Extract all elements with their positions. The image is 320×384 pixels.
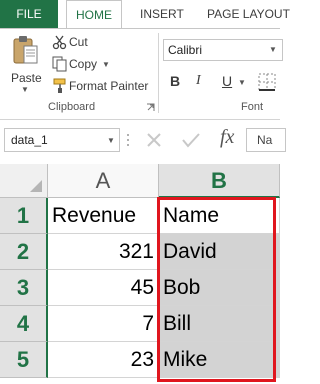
paste-label: Paste xyxy=(11,71,42,85)
worksheet-grid: A B 1 Revenue Name 2 321 David 3 45 Bob … xyxy=(0,164,280,384)
cell-a4[interactable]: 7 xyxy=(48,306,159,342)
row-header-5[interactable]: 5 xyxy=(0,342,48,378)
copy-label: Copy xyxy=(69,57,98,71)
cell-a1[interactable]: Revenue xyxy=(48,198,159,234)
ribbon-tab-bar: FILE HOME INSERT PAGE LAYOUT xyxy=(0,0,290,28)
column-header-b[interactable]: B xyxy=(159,164,280,198)
insert-function-icon[interactable]: fx xyxy=(220,126,234,149)
cancel-icon[interactable] xyxy=(146,132,162,148)
name-box[interactable]: data_1 ▼ xyxy=(4,128,120,152)
tab-page-layout[interactable]: PAGE LAYOUT xyxy=(207,0,290,28)
row-header-1[interactable]: 1 xyxy=(0,198,48,234)
cell-b1[interactable]: Name xyxy=(159,198,280,234)
cell-a2[interactable]: 321 xyxy=(48,234,159,270)
scissors-icon xyxy=(52,35,67,50)
ribbon-home: Paste ▼ Cut Copy ▼ Format Painter Clipbo… xyxy=(0,28,283,120)
select-all-triangle-icon xyxy=(30,180,42,192)
group-divider xyxy=(158,33,159,113)
cell-a5[interactable]: 23 xyxy=(48,342,159,378)
row-header-3[interactable]: 3 xyxy=(0,270,48,306)
copy-icon xyxy=(52,56,67,72)
paste-button[interactable]: Paste ▼ xyxy=(6,33,44,94)
format-painter-label: Format Painter xyxy=(69,79,149,93)
paste-dropdown-icon[interactable]: ▼ xyxy=(21,85,29,94)
tab-file[interactable]: FILE xyxy=(0,0,58,28)
cut-label: Cut xyxy=(69,35,88,49)
chevron-down-icon[interactable]: ▼ xyxy=(107,136,115,145)
italic-button[interactable]: I xyxy=(196,73,201,89)
formula-input-value: Na xyxy=(257,133,273,147)
clipboard-group-label: Clipboard xyxy=(48,101,96,113)
resize-handle-icon[interactable] xyxy=(126,132,130,148)
chevron-down-icon[interactable]: ▼ xyxy=(269,45,277,54)
row-header-4[interactable]: 4 xyxy=(0,306,48,342)
cell-b2[interactable]: David xyxy=(159,234,280,270)
enter-icon[interactable] xyxy=(182,132,200,148)
cell-b5[interactable]: Mike xyxy=(159,342,280,378)
bold-button[interactable]: B xyxy=(170,73,180,89)
paste-icon xyxy=(13,36,38,64)
column-header-a[interactable]: A xyxy=(48,164,159,198)
underline-button[interactable]: U xyxy=(222,73,232,89)
tab-insert[interactable]: INSERT xyxy=(140,0,184,28)
cell-b4[interactable]: Bill xyxy=(159,306,280,342)
select-all-button[interactable] xyxy=(0,164,48,198)
row-header-2[interactable]: 2 xyxy=(0,234,48,270)
copy-dropdown-icon[interactable]: ▼ xyxy=(102,60,110,69)
font-name-select[interactable]: Calibri ▼ xyxy=(163,39,283,61)
font-name-value: Calibri xyxy=(168,43,203,57)
dialog-launcher-icon[interactable] xyxy=(146,103,155,112)
cell-a3[interactable]: 45 xyxy=(48,270,159,306)
cell-b3[interactable]: Bob xyxy=(159,270,280,306)
underline-dropdown-icon[interactable]: ▼ xyxy=(238,78,246,87)
name-box-value: data_1 xyxy=(11,133,48,147)
tab-home[interactable]: HOME xyxy=(66,0,122,28)
formula-input[interactable]: Na xyxy=(246,128,286,152)
format-painter-icon xyxy=(53,78,66,93)
borders-icon[interactable] xyxy=(258,73,276,91)
formula-bar: data_1 ▼ fx Na xyxy=(0,120,286,164)
font-group-label: Font xyxy=(241,101,264,113)
